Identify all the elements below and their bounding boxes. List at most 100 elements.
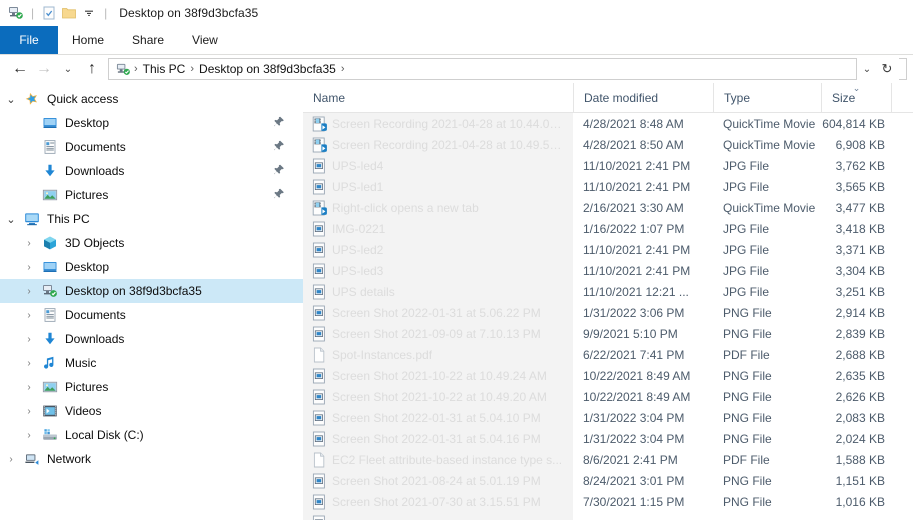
back-button[interactable]: ← <box>8 58 32 80</box>
sidebar-item-pictures[interactable]: Pictures <box>0 183 303 207</box>
table-row[interactable]: Screen Shot 2022-01-31 at 5.04.10 PM1/31… <box>303 407 913 428</box>
new-folder-icon[interactable] <box>59 3 79 23</box>
sidebar-item-music[interactable]: ›Music <box>0 351 303 375</box>
forward-button[interactable]: → <box>32 58 56 80</box>
sidebar-item-desktop[interactable]: ›Desktop <box>0 255 303 279</box>
file-row-filler <box>891 386 913 407</box>
file-name-cell[interactable]: UPS-led2 <box>303 239 573 260</box>
table-row[interactable]: Right-click opens a new tab2/16/2021 3:3… <box>303 197 913 218</box>
file-name-cell[interactable]: UPS details <box>303 281 573 302</box>
properties-checkmark-icon[interactable] <box>39 3 59 23</box>
sidebar-item-network[interactable]: ›Network <box>0 447 303 471</box>
table-row[interactable]: Screen Shot 2021-10-22 at 10.49.24 AM10/… <box>303 365 913 386</box>
table-row[interactable]: UPS details11/10/2021 12:21 ...JPG File3… <box>303 281 913 302</box>
table-row[interactable]: Screen Recording 2021-04-28 at 10.44.05 … <box>303 113 913 134</box>
table-row[interactable]: IMG-02211/16/2022 1:07 PMJPG File3,418 K… <box>303 218 913 239</box>
file-name-cell[interactable]: Screen Shot 2021-07-30 at 3.15.51 PM <box>303 491 573 512</box>
file-name-cell[interactable]: UPS-led4 <box>303 155 573 176</box>
file-name-cell[interactable]: Screen Shot 2021-09-09 at 7.10.13 PM <box>303 323 573 344</box>
file-name-cell[interactable]: Screen Shot 2021-10-22 at 10.49.24 AM <box>303 365 573 386</box>
table-row[interactable]: Spot-Instances.pdf6/22/2021 7:41 PMPDF F… <box>303 344 913 365</box>
file-name-cell[interactable]: Screen Shot 2021-08-24 at 5.01.19 PM <box>303 470 573 491</box>
chevron-right-icon[interactable]: › <box>18 310 40 321</box>
sidebar-item-this-pc[interactable]: ⌄This PC <box>0 207 303 231</box>
table-row[interactable]: UPS-led411/10/2021 2:41 PMJPG File3,762 … <box>303 155 913 176</box>
breadcrumb-separator-1[interactable]: › <box>188 63 196 75</box>
file-name-cell[interactable]: Screen Shot 2021-10-22 at 10.49.20 AM <box>303 386 573 407</box>
chevron-down-icon[interactable]: ⌄ <box>0 213 22 226</box>
breadcrumb-separator-0[interactable]: › <box>132 63 140 75</box>
table-row[interactable]: Screen Shot 2021-07-30 at 3.15.51 PM7/30… <box>303 491 913 512</box>
table-row[interactable] <box>303 512 913 520</box>
computer-network-icon[interactable] <box>6 3 26 23</box>
file-name-cell[interactable]: Screen Recording 2021-04-28 at 10.44.05 … <box>303 113 573 134</box>
tab-home[interactable]: Home <box>58 26 118 54</box>
sidebar-item-desktop-on-38f9d3bcfa35[interactable]: ›Desktop on 38f9d3bcfa35 <box>0 279 303 303</box>
refresh-button[interactable]: ↻ <box>877 58 897 80</box>
table-row[interactable]: Screen Shot 2022-01-31 at 5.06.22 PM1/31… <box>303 302 913 323</box>
table-row[interactable]: Screen Shot 2021-10-22 at 10.49.20 AM10/… <box>303 386 913 407</box>
pin-icon[interactable] <box>273 140 285 155</box>
sidebar-item-desktop[interactable]: Desktop <box>0 111 303 135</box>
sidebar-item-downloads[interactable]: Downloads <box>0 159 303 183</box>
column-header-name[interactable]: Name <box>303 83 573 113</box>
chevron-right-icon[interactable]: › <box>18 262 40 273</box>
sidebar-item-quick-access[interactable]: ⌄Quick access <box>0 87 303 111</box>
chevron-right-icon[interactable]: › <box>18 358 40 369</box>
column-header-size[interactable]: ⌄ Size <box>821 83 891 113</box>
breadcrumb-item-desktop-on-host[interactable]: Desktop on 38f9d3bcfa35 <box>196 62 339 76</box>
table-row[interactable]: UPS-led111/10/2021 2:41 PMJPG File3,565 … <box>303 176 913 197</box>
breadcrumb-separator-2[interactable]: › <box>339 63 347 75</box>
search-box[interactable] <box>899 58 907 80</box>
chevron-right-icon[interactable]: › <box>18 334 40 345</box>
sidebar-item-videos[interactable]: ›Videos <box>0 399 303 423</box>
file-name-cell[interactable]: Right-click opens a new tab <box>303 197 573 218</box>
chevron-right-icon[interactable]: › <box>18 238 40 249</box>
sidebar-item-local-disk-c[interactable]: ›Local Disk (C:) <box>0 423 303 447</box>
sidebar-item-pictures[interactable]: ›Pictures <box>0 375 303 399</box>
file-name-cell[interactable]: Screen Shot 2022-01-31 at 5.06.22 PM <box>303 302 573 323</box>
tab-file[interactable]: File <box>0 26 58 54</box>
sidebar-item-downloads[interactable]: ›Downloads <box>0 327 303 351</box>
pin-icon[interactable] <box>273 116 285 131</box>
pin-icon[interactable] <box>273 164 285 179</box>
up-button[interactable]: ↑ <box>80 58 104 80</box>
file-name-cell[interactable]: Screen Recording 2021-04-28 at 10.49.53 … <box>303 134 573 155</box>
table-row[interactable]: Screen Recording 2021-04-28 at 10.49.53 … <box>303 134 913 155</box>
chevron-right-icon[interactable]: › <box>18 406 40 417</box>
chevron-right-icon[interactable]: › <box>18 382 40 393</box>
chevron-right-icon[interactable]: › <box>18 286 40 297</box>
3d-objects-icon <box>40 235 60 251</box>
breadcrumb[interactable]: › This PC › Desktop on 38f9d3bcfa35 › <box>108 58 857 80</box>
file-name-cell[interactable]: IMG-0221 <box>303 218 573 239</box>
sidebar-item-3d-objects[interactable]: ›3D Objects <box>0 231 303 255</box>
column-header-type[interactable]: Type <box>713 83 821 113</box>
file-name-cell[interactable]: EC2 Fleet attribute-based instance type … <box>303 449 573 470</box>
chevron-down-icon[interactable]: ⌄ <box>0 93 22 106</box>
table-row[interactable]: EC2 Fleet attribute-based instance type … <box>303 449 913 470</box>
chevron-right-icon[interactable]: › <box>0 454 22 465</box>
pin-icon[interactable] <box>273 188 285 203</box>
file-name-cell[interactable]: UPS-led1 <box>303 176 573 197</box>
file-name-cell[interactable]: Screen Shot 2022-01-31 at 5.04.10 PM <box>303 407 573 428</box>
tab-share[interactable]: Share <box>118 26 178 54</box>
table-row[interactable]: Screen Shot 2021-09-09 at 7.10.13 PM9/9/… <box>303 323 913 344</box>
column-header-date-modified[interactable]: Date modified <box>573 83 713 113</box>
tab-view[interactable]: View <box>178 26 232 54</box>
breadcrumb-computer-icon[interactable] <box>114 62 132 77</box>
table-row[interactable]: UPS-led311/10/2021 2:41 PMJPG File3,304 … <box>303 260 913 281</box>
breadcrumb-item-this-pc[interactable]: This PC <box>140 62 189 76</box>
table-row[interactable]: UPS-led211/10/2021 2:41 PMJPG File3,371 … <box>303 239 913 260</box>
table-row[interactable]: Screen Shot 2022-01-31 at 5.04.16 PM1/31… <box>303 428 913 449</box>
file-name-cell[interactable] <box>303 512 573 520</box>
file-name-cell[interactable]: Screen Shot 2022-01-31 at 5.04.16 PM <box>303 428 573 449</box>
customize-dropdown-icon[interactable] <box>79 3 99 23</box>
recent-locations-button[interactable]: ⌄ <box>56 58 80 80</box>
chevron-right-icon[interactable]: › <box>18 430 40 441</box>
file-name-cell[interactable]: UPS-led3 <box>303 260 573 281</box>
sidebar-item-documents[interactable]: ›Documents <box>0 303 303 327</box>
table-row[interactable]: Screen Shot 2021-08-24 at 5.01.19 PM8/24… <box>303 470 913 491</box>
file-name-cell[interactable]: Spot-Instances.pdf <box>303 344 573 365</box>
address-dropdown-button[interactable]: ⌄ <box>857 58 877 80</box>
sidebar-item-documents[interactable]: Documents <box>0 135 303 159</box>
